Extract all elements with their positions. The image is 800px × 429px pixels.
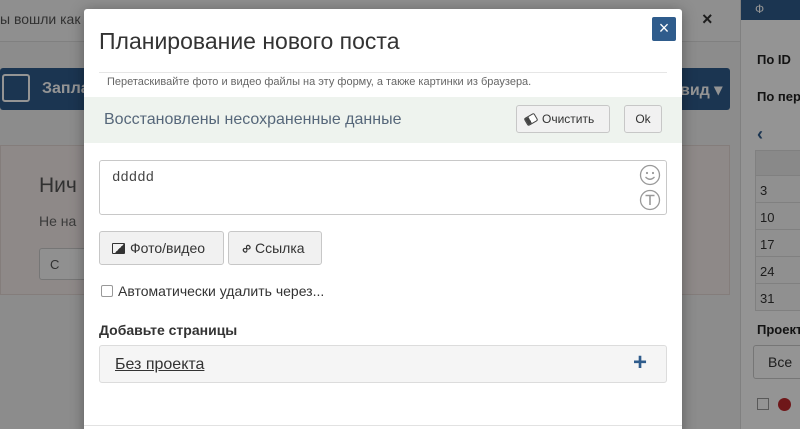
ok-button[interactable]: Ok	[624, 105, 662, 133]
smiley-icon[interactable]	[639, 164, 661, 186]
post-text-value[interactable]: ddddd	[112, 170, 154, 186]
link-button[interactable]: ∞Ссылка	[228, 231, 322, 265]
restore-bar: Восстановлены несохраненные данные Очист…	[84, 97, 682, 143]
text-format-icon[interactable]	[639, 189, 661, 211]
drop-hint: Перетаскивайте фото и видео файлы на эту…	[99, 72, 667, 88]
modal-title: Планирование нового поста	[99, 28, 400, 54]
project-name[interactable]: Без проекта	[115, 356, 204, 374]
clear-button[interactable]: Очистить	[516, 105, 610, 133]
photo-video-button[interactable]: Фото/видео	[99, 231, 224, 265]
auto-delete-option[interactable]: Автоматически удалить через...	[101, 283, 324, 299]
modal-close-button[interactable]: ×	[652, 17, 676, 41]
post-text-editor[interactable]: ddddd	[99, 160, 667, 215]
restore-message: Восстановлены несохраненные данные	[104, 111, 402, 128]
link-icon: ∞	[236, 238, 256, 258]
new-post-modal: × Планирование нового поста Перетаскивай…	[84, 9, 682, 429]
auto-delete-checkbox[interactable]	[101, 285, 113, 297]
add-pages-title: Добавьте страницы	[99, 322, 238, 338]
eraser-icon	[523, 112, 539, 127]
link-button-label: Ссылка	[254, 240, 305, 256]
project-row[interactable]: Без проекта +	[99, 345, 667, 383]
drop-hint-text: Перетаскивайте фото и видео файлы на эту…	[107, 76, 532, 88]
clear-button-label: Очистить	[542, 112, 595, 126]
image-icon	[112, 243, 125, 254]
auto-delete-label: Автоматически удалить через...	[118, 283, 325, 299]
photo-video-label: Фото/видео	[130, 240, 206, 256]
modal-footer-divider	[84, 425, 682, 426]
plus-icon[interactable]: +	[633, 351, 647, 375]
